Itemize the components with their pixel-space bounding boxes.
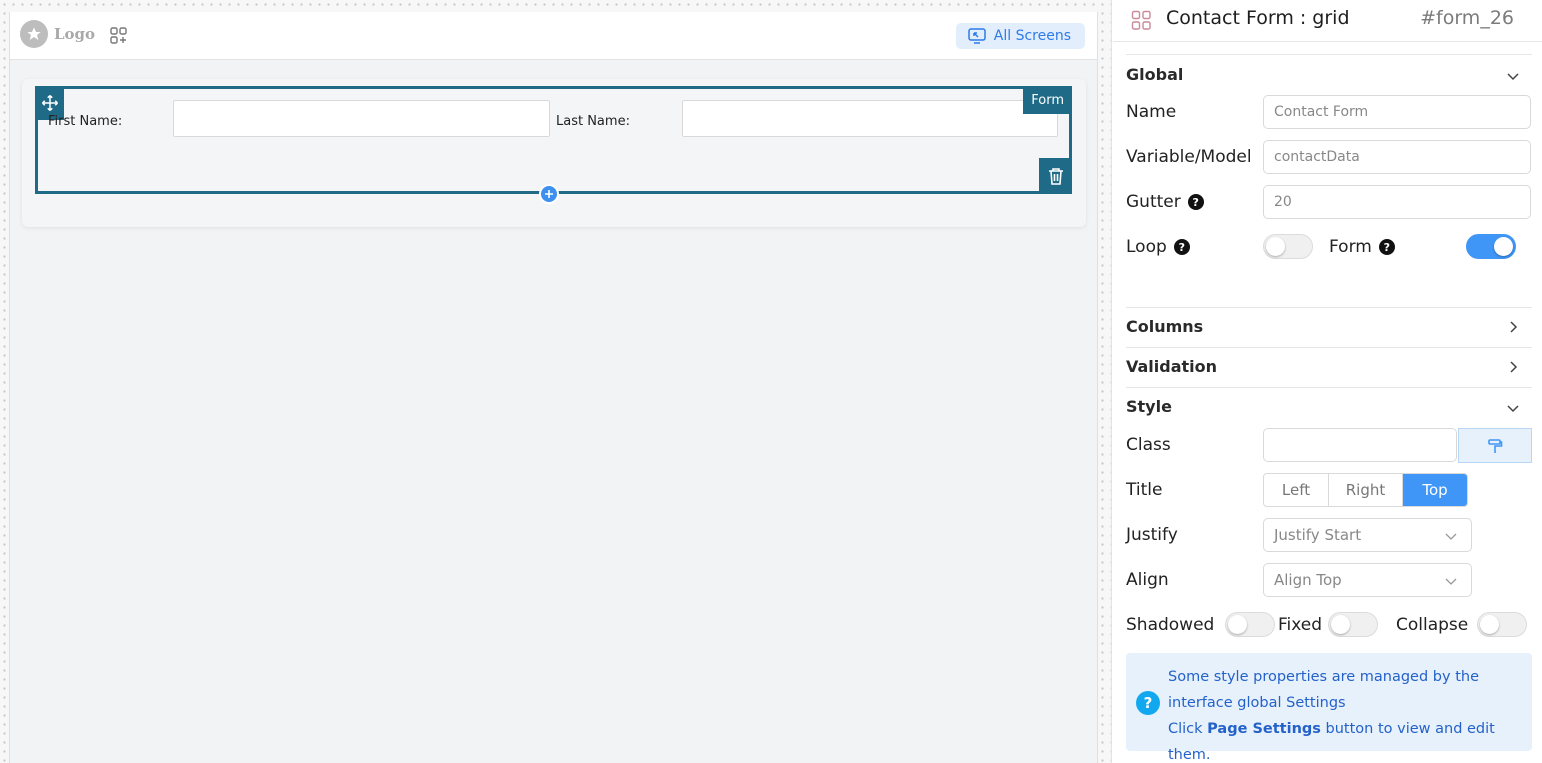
form-tag: Form xyxy=(1023,86,1072,114)
justify-label: Justify xyxy=(1126,525,1178,545)
loop-label-row: Loop ? xyxy=(1126,237,1190,257)
plus-icon xyxy=(545,190,553,198)
align-label: Align xyxy=(1126,570,1169,590)
title-option-left[interactable]: Left xyxy=(1264,474,1329,506)
chevron-down-icon xyxy=(1445,533,1457,540)
title-option-right[interactable]: Right xyxy=(1329,474,1403,506)
divider xyxy=(1126,307,1532,308)
fixed-label: Fixed xyxy=(1278,615,1323,635)
chevron-right-icon[interactable] xyxy=(1506,360,1520,374)
add-widget-icon[interactable] xyxy=(109,26,129,46)
page-container: First Name: Last Name: Form xyxy=(22,79,1086,227)
paint-roller-icon xyxy=(1488,438,1503,453)
properties-panel: Contact Form : grid #form_26 Global Name… xyxy=(1113,0,1542,763)
help-icon[interactable]: ? xyxy=(1173,239,1190,255)
name-label: Name xyxy=(1126,102,1177,122)
first-name-input[interactable] xyxy=(173,100,550,137)
info-line-3-prefix: Click xyxy=(1168,721,1208,737)
screen-preview: Logo All Screens First Name: Last Name: … xyxy=(9,12,1098,763)
divider xyxy=(1126,54,1532,55)
help-icon[interactable]: ? xyxy=(1187,194,1204,210)
justify-value: Justify Start xyxy=(1274,526,1362,544)
last-name-input[interactable] xyxy=(682,100,1058,137)
chevron-down-icon xyxy=(1445,578,1457,585)
form-toggle[interactable] xyxy=(1466,234,1516,259)
section-style[interactable]: Style xyxy=(1126,397,1172,416)
align-value: Align Top xyxy=(1274,571,1342,589)
justify-select[interactable]: Justify Start xyxy=(1263,518,1472,552)
class-label: Class xyxy=(1126,435,1171,455)
title-label: Title xyxy=(1126,480,1163,500)
page-settings-link[interactable]: Page Settings xyxy=(1207,721,1321,737)
fixed-toggle[interactable] xyxy=(1328,612,1378,637)
form-label: Form xyxy=(1329,237,1372,257)
first-name-label: First Name: xyxy=(48,114,123,129)
all-screens-button[interactable]: All Screens xyxy=(955,23,1085,49)
shadowed-toggle[interactable] xyxy=(1225,612,1275,637)
loop-label: Loop xyxy=(1126,237,1167,257)
gutter-label: Gutter xyxy=(1126,192,1181,212)
chevron-down-icon[interactable] xyxy=(1506,401,1520,415)
collapse-toggle[interactable] xyxy=(1477,612,1527,637)
all-screens-label: All Screens xyxy=(993,28,1071,44)
preview-topbar: Logo All Screens xyxy=(10,12,1097,60)
style-picker-button[interactable] xyxy=(1458,428,1532,463)
title-position-selector: Left Right Top xyxy=(1263,473,1468,507)
editor-canvas: Logo All Screens First Name: Last Name: … xyxy=(0,0,1112,763)
shadowed-label: Shadowed xyxy=(1126,615,1215,635)
grid-icon xyxy=(1131,10,1152,31)
info-line-1: Some style properties are managed by the xyxy=(1168,669,1479,685)
info-line-3: Click Page Settings button to view and e… xyxy=(1168,716,1528,763)
variable-label: Variable/Model xyxy=(1126,147,1252,167)
variable-input[interactable]: contactData xyxy=(1263,140,1531,174)
align-select[interactable]: Align Top xyxy=(1263,563,1472,597)
section-validation[interactable]: Validation xyxy=(1126,357,1217,376)
logo-text: Logo xyxy=(54,25,96,43)
section-columns[interactable]: Columns xyxy=(1126,317,1203,336)
help-icon[interactable]: ? xyxy=(1378,239,1395,255)
collapse-label: Collapse xyxy=(1396,615,1469,635)
name-input[interactable]: Contact Form xyxy=(1263,95,1531,129)
last-name-label: Last Name: xyxy=(556,114,630,129)
logo: Logo xyxy=(20,20,95,48)
screen-icon xyxy=(968,28,986,44)
gutter-label-row: Gutter ? xyxy=(1126,192,1204,212)
loop-toggle[interactable] xyxy=(1263,234,1313,259)
panel-title: Contact Form : grid xyxy=(1166,7,1350,29)
chevron-down-icon[interactable] xyxy=(1506,69,1520,83)
divider xyxy=(1126,347,1532,348)
class-input[interactable] xyxy=(1263,428,1457,462)
trash-icon[interactable] xyxy=(1039,158,1072,194)
title-option-top[interactable]: Top xyxy=(1403,474,1467,506)
info-text: Some style properties are managed by the… xyxy=(1168,664,1528,763)
section-global[interactable]: Global xyxy=(1126,65,1183,84)
form-grid[interactable]: First Name: Last Name: Form xyxy=(35,86,1072,204)
component-id: #form_26 xyxy=(1420,7,1514,29)
style-info-notice: ? Some style properties are managed by t… xyxy=(1126,653,1532,763)
form-label-row: Form ? xyxy=(1329,237,1395,257)
info-line-2: interface global Settings xyxy=(1168,695,1346,711)
add-row-button[interactable] xyxy=(539,184,559,204)
divider xyxy=(1126,387,1532,388)
chevron-right-icon[interactable] xyxy=(1506,320,1520,334)
panel-header: Contact Form : grid #form_26 xyxy=(1113,0,1542,42)
star-icon xyxy=(20,20,48,48)
gutter-input[interactable]: 20 xyxy=(1263,185,1531,219)
question-icon: ? xyxy=(1136,691,1160,715)
